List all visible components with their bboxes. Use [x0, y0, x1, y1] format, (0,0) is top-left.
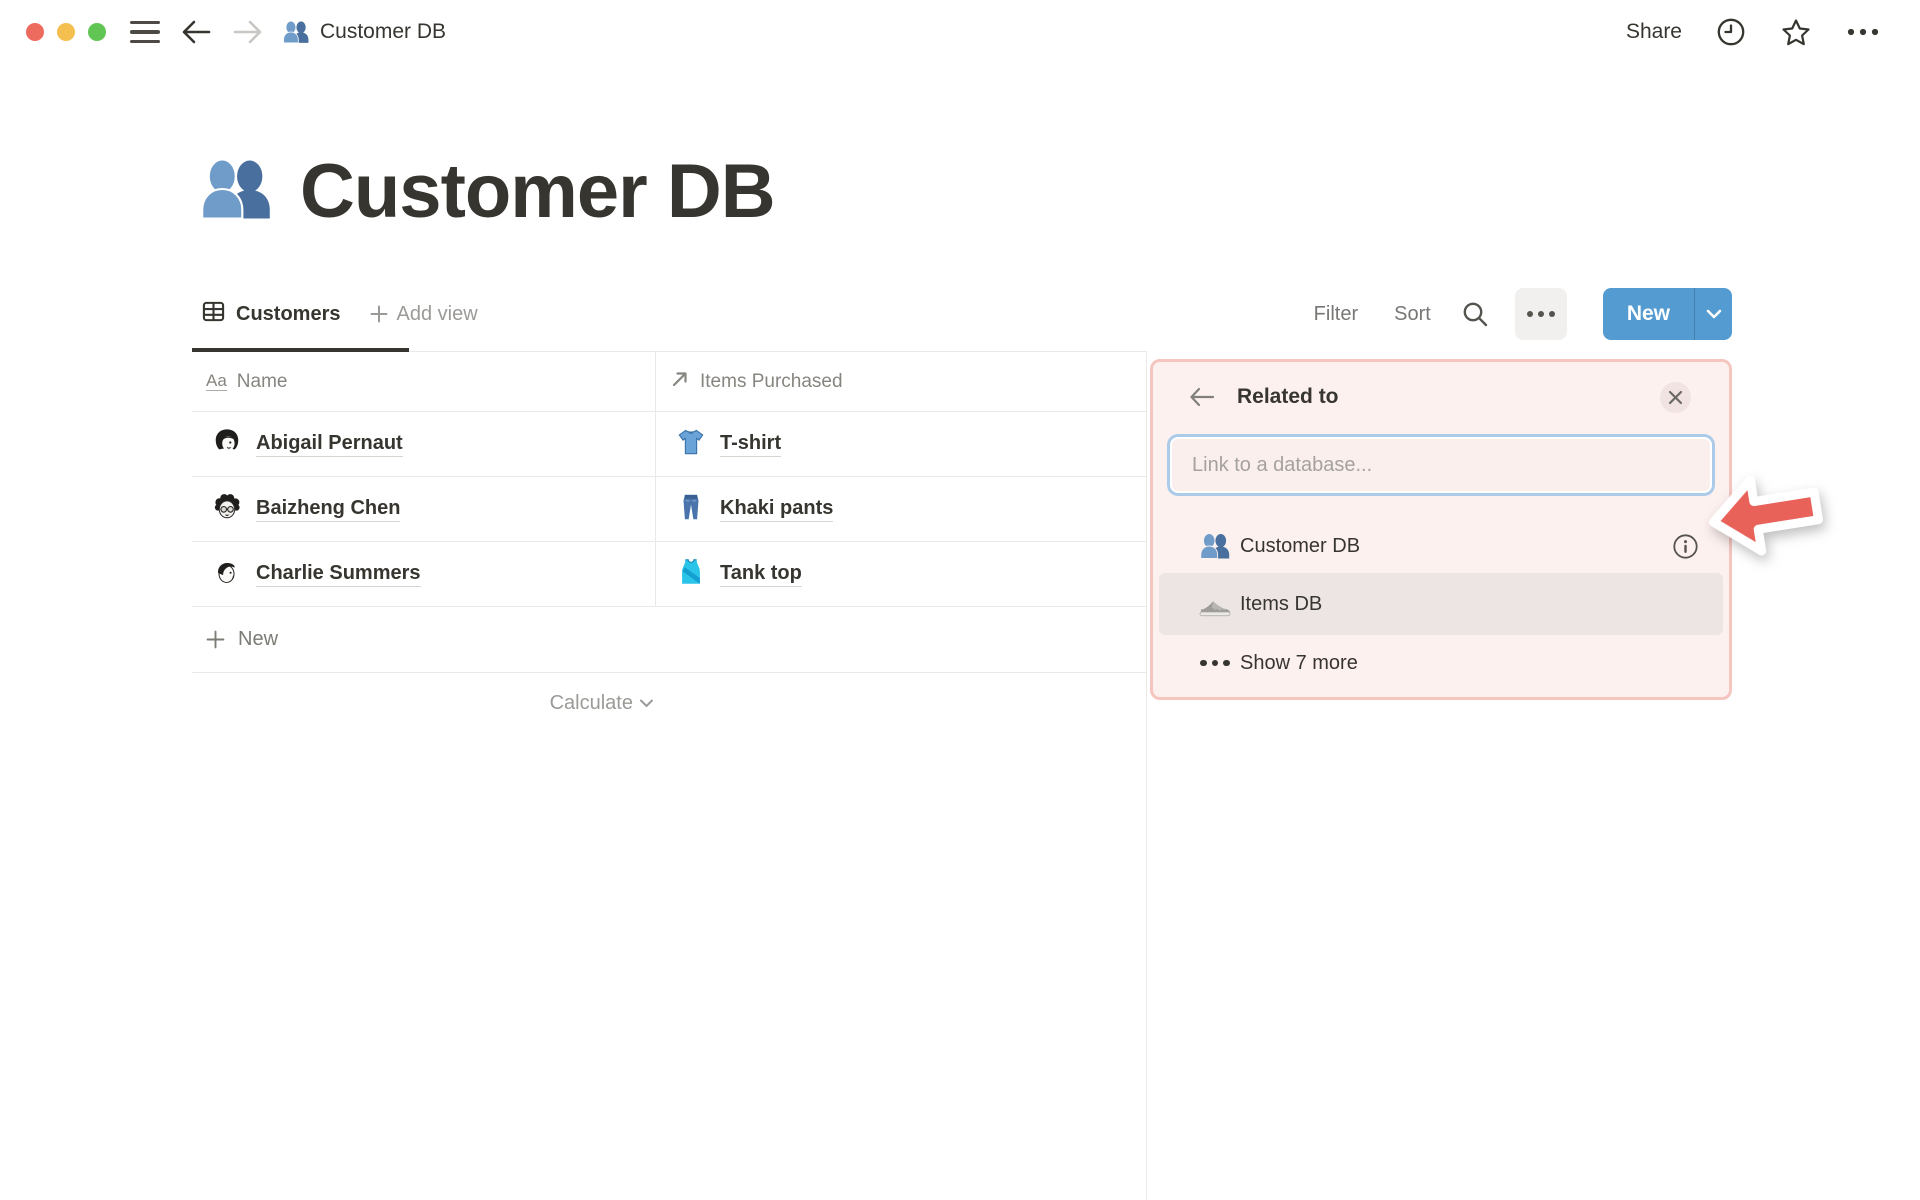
- info-icon[interactable]: [1672, 533, 1699, 560]
- chevron-down-icon: [640, 699, 653, 707]
- text-property-icon: Aa: [206, 371, 227, 391]
- add-view-label: Add view: [396, 302, 478, 325]
- new-row-label: New: [238, 628, 279, 650]
- jeans-icon: [676, 492, 706, 527]
- history-clock-icon[interactable]: [1716, 17, 1746, 47]
- forward-icon[interactable]: [232, 19, 264, 45]
- database-option-items-db[interactable]: Items DB: [1159, 573, 1723, 635]
- database-option-label: Items DB: [1240, 592, 1323, 615]
- calculate-label: Calculate: [549, 691, 633, 714]
- table-row: Charlie Summers Tank top: [192, 542, 1147, 607]
- relation-property-icon: [670, 369, 690, 395]
- tshirt-icon: [676, 427, 706, 462]
- name-cell: Baizheng Chen: [192, 477, 656, 541]
- table-row: Baizheng Chen Khaki pants: [192, 477, 1147, 542]
- name-cell: Abigail Pernaut: [192, 412, 656, 476]
- side-profile-avatar-icon: [212, 557, 242, 592]
- new-row-button[interactable]: New: [192, 607, 1147, 673]
- view-toolbar: Customers Add view Filter Sort New: [192, 288, 1732, 340]
- busts-icon: [282, 18, 310, 46]
- sneaker-icon: [1198, 589, 1232, 619]
- favorite-star-icon[interactable]: [1780, 17, 1812, 48]
- close-icon[interactable]: [1660, 381, 1691, 413]
- item-cell: T-shirt: [656, 412, 1147, 476]
- link-database-search-input[interactable]: [1170, 437, 1712, 493]
- calculate-button[interactable]: Calculate: [192, 674, 656, 732]
- toolbar-actions: Filter Sort New: [1314, 288, 1732, 340]
- sort-button[interactable]: Sort: [1394, 303, 1431, 326]
- back-icon[interactable]: [1189, 387, 1215, 407]
- name-column-header[interactable]: Aa Name: [192, 352, 656, 411]
- page-title-row: Customer DB: [198, 148, 776, 235]
- show-more-button[interactable]: Show 7 more: [1159, 635, 1723, 691]
- app-window: Customer DB Share Customer DB Customers …: [0, 0, 1920, 1200]
- database-option-label: Customer DB: [1240, 534, 1361, 557]
- table-view-icon: [202, 300, 225, 329]
- breadcrumb[interactable]: Customer DB: [282, 18, 446, 46]
- active-tab-underline: [192, 348, 409, 352]
- item-page-link[interactable]: Tank top: [720, 562, 802, 587]
- customer-page-link[interactable]: Charlie Summers: [256, 562, 421, 587]
- popup-title: Related to: [1237, 385, 1339, 408]
- name-cell: Charlie Summers: [192, 542, 656, 606]
- customer-page-link[interactable]: Baizheng Chen: [256, 497, 401, 522]
- tank-top-icon: [676, 557, 706, 592]
- filter-button[interactable]: Filter: [1314, 303, 1358, 326]
- item-cell: Khaki pants: [656, 477, 1147, 541]
- plus-icon: [206, 630, 225, 649]
- titlebar: Customer DB Share: [0, 0, 1920, 64]
- tab-customers[interactable]: Customers: [192, 300, 350, 329]
- database-list: Customer DB Items DB Show 7 more: [1153, 519, 1729, 691]
- show-more-label: Show 7 more: [1240, 651, 1358, 674]
- close-window-button[interactable]: [26, 23, 44, 41]
- ellipsis-icon: [1198, 659, 1232, 667]
- table-header-row: Aa Name Items Purchased: [192, 352, 1147, 412]
- new-dropdown-button[interactable]: [1694, 288, 1732, 340]
- breadcrumb-title: Customer DB: [320, 20, 447, 43]
- woman-bob-hair-avatar-icon: [212, 427, 242, 462]
- item-page-link[interactable]: T-shirt: [720, 432, 782, 457]
- share-button[interactable]: Share: [1626, 20, 1682, 44]
- table-row: Abigail Pernaut T-shirt: [192, 412, 1147, 477]
- sidebar-menu-icon[interactable]: [130, 20, 160, 44]
- item-cell: Tank top: [656, 542, 1147, 606]
- related-to-popup: Related to Customer DB: [1150, 359, 1732, 700]
- zoom-window-button[interactable]: [88, 23, 106, 41]
- traffic-lights: [26, 23, 106, 41]
- add-view-button[interactable]: Add view: [370, 302, 478, 326]
- customer-page-link[interactable]: Abigail Pernaut: [256, 432, 403, 457]
- new-button[interactable]: New: [1603, 288, 1694, 340]
- customers-table: Aa Name Items Purchased Abigail Pernaut …: [192, 352, 1147, 673]
- tab-customers-label: Customers: [236, 302, 341, 325]
- page-title[interactable]: Customer DB: [300, 148, 776, 235]
- busts-icon: [1198, 530, 1232, 562]
- titlebar-actions: Share: [1626, 17, 1880, 48]
- item-page-link[interactable]: Khaki pants: [720, 497, 834, 522]
- database-option-customer-db[interactable]: Customer DB: [1159, 519, 1723, 573]
- plus-icon: [370, 305, 388, 323]
- new-button-group: New: [1602, 288, 1732, 340]
- annotation-arrow-left-icon: [1699, 455, 1831, 573]
- view-options-button[interactable]: [1514, 288, 1567, 340]
- search-icon[interactable]: [1461, 300, 1489, 328]
- name-column-label: Name: [236, 370, 288, 392]
- more-options-icon[interactable]: [1846, 27, 1880, 37]
- popup-header: Related to: [1189, 375, 1691, 419]
- back-icon[interactable]: [180, 19, 212, 45]
- page-emoji-busts-icon[interactable]: [198, 151, 274, 232]
- minimize-window-button[interactable]: [57, 23, 75, 41]
- items-purchased-column-label: Items Purchased: [700, 370, 843, 392]
- items-purchased-column-header[interactable]: Items Purchased: [656, 352, 1147, 411]
- curly-hair-glasses-avatar-icon: [212, 492, 242, 527]
- chevron-down-icon: [1706, 309, 1721, 319]
